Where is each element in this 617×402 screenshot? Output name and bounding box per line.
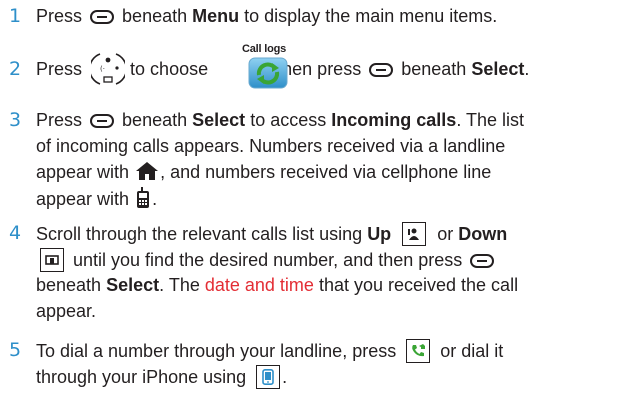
step-number: 2 [9, 58, 22, 80]
soft-key-icon [90, 114, 115, 128]
landline-call-key-icon [406, 339, 431, 363]
step-number: 5 [9, 339, 22, 361]
step-text-line-4: appear. [36, 301, 97, 321]
nav-pad-icon: (· [91, 53, 125, 85]
step-number: 1 [9, 5, 22, 27]
step-text-line-4: appear with . [36, 187, 158, 209]
step-text: Press beneath Menu to display the main m… [36, 6, 498, 26]
soft-key-icon [90, 10, 115, 24]
down-key-icon [40, 248, 64, 272]
step-text-line-2: of incoming calls appears. Numbers recei… [36, 136, 506, 156]
soft-key-icon [470, 254, 495, 268]
highlighted-text: date and time [204, 275, 314, 295]
up-key-icon [402, 222, 427, 246]
step-text-line-2: until you find the desired number, and t… [36, 248, 497, 272]
call-logs-icon [248, 57, 288, 89]
svg-text:(·: (· [100, 65, 105, 73]
home-icon [136, 162, 159, 180]
step-text-line-2: through your iPhone using . [36, 365, 288, 389]
step-text-line-1: Scroll through the relevant calls list u… [36, 222, 508, 246]
cellphone-icon [137, 187, 150, 208]
iphone-key-icon [256, 365, 281, 389]
step-number: 4 [9, 222, 22, 244]
step-text-line-1: Press beneath Select to access Incoming … [36, 110, 525, 130]
step-text-line-3: beneath Select. The date and time that y… [36, 275, 519, 295]
call-logs-label: Call logs [242, 43, 287, 55]
step-text-line-3: appear with , and numbers received via c… [36, 162, 492, 182]
soft-key-icon [369, 63, 394, 77]
step-number: 3 [9, 109, 22, 131]
step-text-line-1: To dial a number through your landline, … [36, 339, 504, 363]
